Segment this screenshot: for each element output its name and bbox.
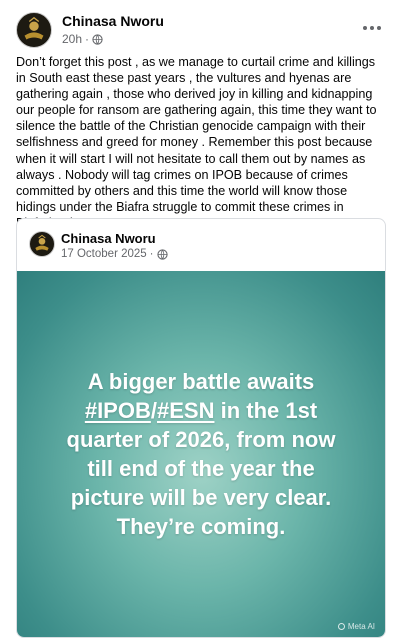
graphic-text: A bigger battle awaits #IPOB/#ESN in the… (37, 367, 365, 541)
graphic-line-2-rest: in the 1st (214, 398, 318, 423)
shared-avatar[interactable] (29, 231, 55, 257)
hashtag-ipob[interactable]: #IPOB (85, 398, 151, 423)
meta-separator: · (85, 32, 90, 46)
post-card: Chinasa Nworu 20h · Don’t forget this po… (0, 0, 400, 643)
avatar[interactable] (16, 12, 52, 48)
graphic-line-3: quarter of 2026, from now (66, 427, 336, 452)
post-header: Chinasa Nworu 20h · (16, 12, 384, 48)
shared-post[interactable]: Chinasa Nworu 17 October 2025 · A bigger… (16, 218, 386, 638)
graphic-line-4: till end of the year the (87, 456, 315, 481)
graphic-line-2: #IPOB/#ESN in the 1st (37, 396, 365, 425)
shared-meta-separator: · (149, 248, 154, 260)
globe-icon (156, 248, 168, 260)
post-meta: 20h · (62, 32, 103, 46)
meta-ai-watermark: Meta AI (337, 622, 375, 631)
watermark-label: Meta AI (347, 622, 375, 631)
meta-ai-icon (337, 623, 345, 630)
post-time[interactable]: 20h (62, 32, 82, 46)
hashtag-esn[interactable]: #ESN (157, 398, 214, 423)
author-name[interactable]: Chinasa Nworu (62, 13, 164, 29)
graphic-line-6: They’re coming. (116, 514, 286, 539)
globe-icon (92, 33, 103, 45)
graphic-line-5: picture will be very clear. (70, 485, 332, 510)
graphic-line-1: A bigger battle awaits (87, 369, 315, 394)
shared-graphic[interactable]: A bigger battle awaits #IPOB/#ESN in the… (17, 271, 385, 637)
shared-date[interactable]: 17 October 2025 (61, 248, 147, 260)
shared-meta: 17 October 2025 · (61, 248, 168, 260)
shared-author-name[interactable]: Chinasa Nworu (61, 231, 156, 246)
post-text: Don’t forget this post , as we manage to… (16, 55, 377, 230)
more-options-icon[interactable] (360, 16, 384, 40)
